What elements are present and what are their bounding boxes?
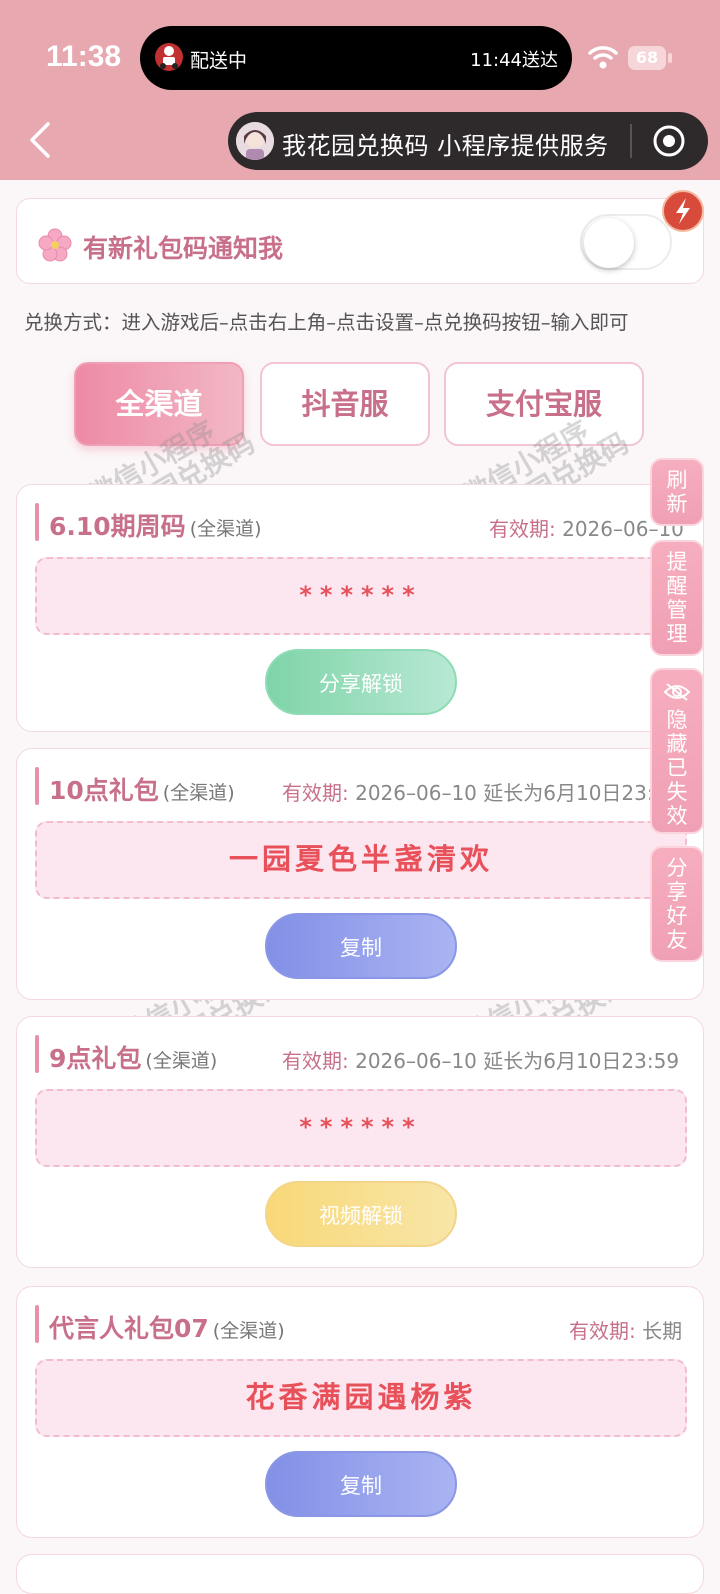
gift-card: 代言人礼包07 (全渠道) 有效期: 长期 花香满园遇杨紫 复制 [16, 1286, 704, 1538]
gift-card: 10点礼包 (全渠道) 有效期: 2026–06–10 延长为6月10日23:59… [16, 748, 704, 1000]
delivery-eta: 11:44送达 [470, 50, 558, 71]
notify-toggle[interactable] [580, 214, 672, 270]
status-time: 11:38 [46, 40, 122, 73]
card-title: 6.10期周码 (全渠道) [49, 512, 262, 541]
miniapp-capsule[interactable]: 我花园兑换码 小程序提供服务 [228, 112, 708, 170]
card-title: 代言人礼包07 (全渠道) [49, 1314, 285, 1343]
video-unlock-button[interactable]: 视频解锁 [265, 1181, 457, 1247]
gift-card: 6.10期周码 (全渠道) 有效期: 2026–06–10 ****** 分享解锁 [16, 484, 704, 732]
copy-button[interactable]: 复制 [265, 913, 457, 979]
badge-lightning-icon[interactable] [662, 190, 704, 232]
copy-button[interactable]: 复制 [265, 1451, 457, 1517]
code-box[interactable]: 花香满园遇杨紫 [35, 1359, 687, 1437]
gift-card [16, 1554, 704, 1594]
cherry-blossom-icon [38, 228, 72, 262]
card-accent-bar [35, 767, 39, 805]
miniapp-title: 我花园兑换码 小程序提供服务 [282, 132, 609, 160]
share-unlock-button[interactable]: 分享解锁 [265, 649, 457, 715]
card-title: 10点礼包 (全渠道) [49, 776, 235, 805]
battery-tip [668, 53, 672, 63]
hide-expired-button[interactable]: 隐 藏 已 失 效 [650, 668, 704, 834]
code-box: ****** [35, 1089, 687, 1167]
tab-douyin[interactable]: 抖音服 [260, 362, 430, 446]
share-friends-button[interactable]: 分 享 好 友 [650, 846, 704, 962]
card-accent-bar [35, 1035, 39, 1073]
card-channel: (全渠道) [189, 518, 262, 540]
code-box[interactable]: 一园夏色半盏清欢 [35, 821, 687, 899]
capsule-divider [630, 124, 632, 158]
eye-slash-icon [663, 683, 691, 701]
back-chevron-icon[interactable] [26, 120, 56, 160]
wifi-icon [588, 46, 618, 69]
notify-label: 有新礼包码通知我 [83, 234, 284, 263]
header: 11:38 配送中 11:44送达 68 我花园兑换码 小程序提供服务 [0, 0, 720, 180]
delivery-rider-icon [155, 43, 183, 71]
delivery-status: 配送中 [190, 50, 248, 72]
card-channel: (全渠道) [145, 1050, 218, 1072]
gift-card: 9点礼包 (全渠道) 有效期: 2026–06–10 延长为6月10日23:59 … [16, 1016, 704, 1268]
card-title: 9点礼包 (全渠道) [49, 1044, 218, 1073]
toggle-knob [584, 218, 634, 268]
refresh-button[interactable]: 刷 新 [650, 458, 704, 526]
card-validity: 有效期: 长期 [569, 1319, 683, 1343]
redeem-method-text: 兑换方式：进入游戏后–点击右上角–点击设置–点兑换码按钮–输入即可 [24, 311, 629, 334]
close-target-icon[interactable] [652, 124, 686, 158]
card-accent-bar [35, 1305, 39, 1343]
avatar [236, 122, 274, 160]
card-accent-bar [35, 503, 39, 541]
card-channel: (全渠道) [212, 1320, 285, 1342]
reminder-manage-button[interactable]: 提 醒 管 理 [650, 540, 704, 656]
card-validity: 有效期: 2026–06–10 延长为6月10日23:59 [282, 1049, 680, 1073]
card-channel: (全渠道) [162, 782, 235, 804]
dynamic-island[interactable]: 配送中 11:44送达 [140, 26, 572, 90]
code-box: ****** [35, 557, 687, 635]
battery-indicator: 68 [628, 46, 666, 70]
card-validity: 有效期: 2026–06–10 延长为6月10日23:59 [282, 781, 680, 805]
